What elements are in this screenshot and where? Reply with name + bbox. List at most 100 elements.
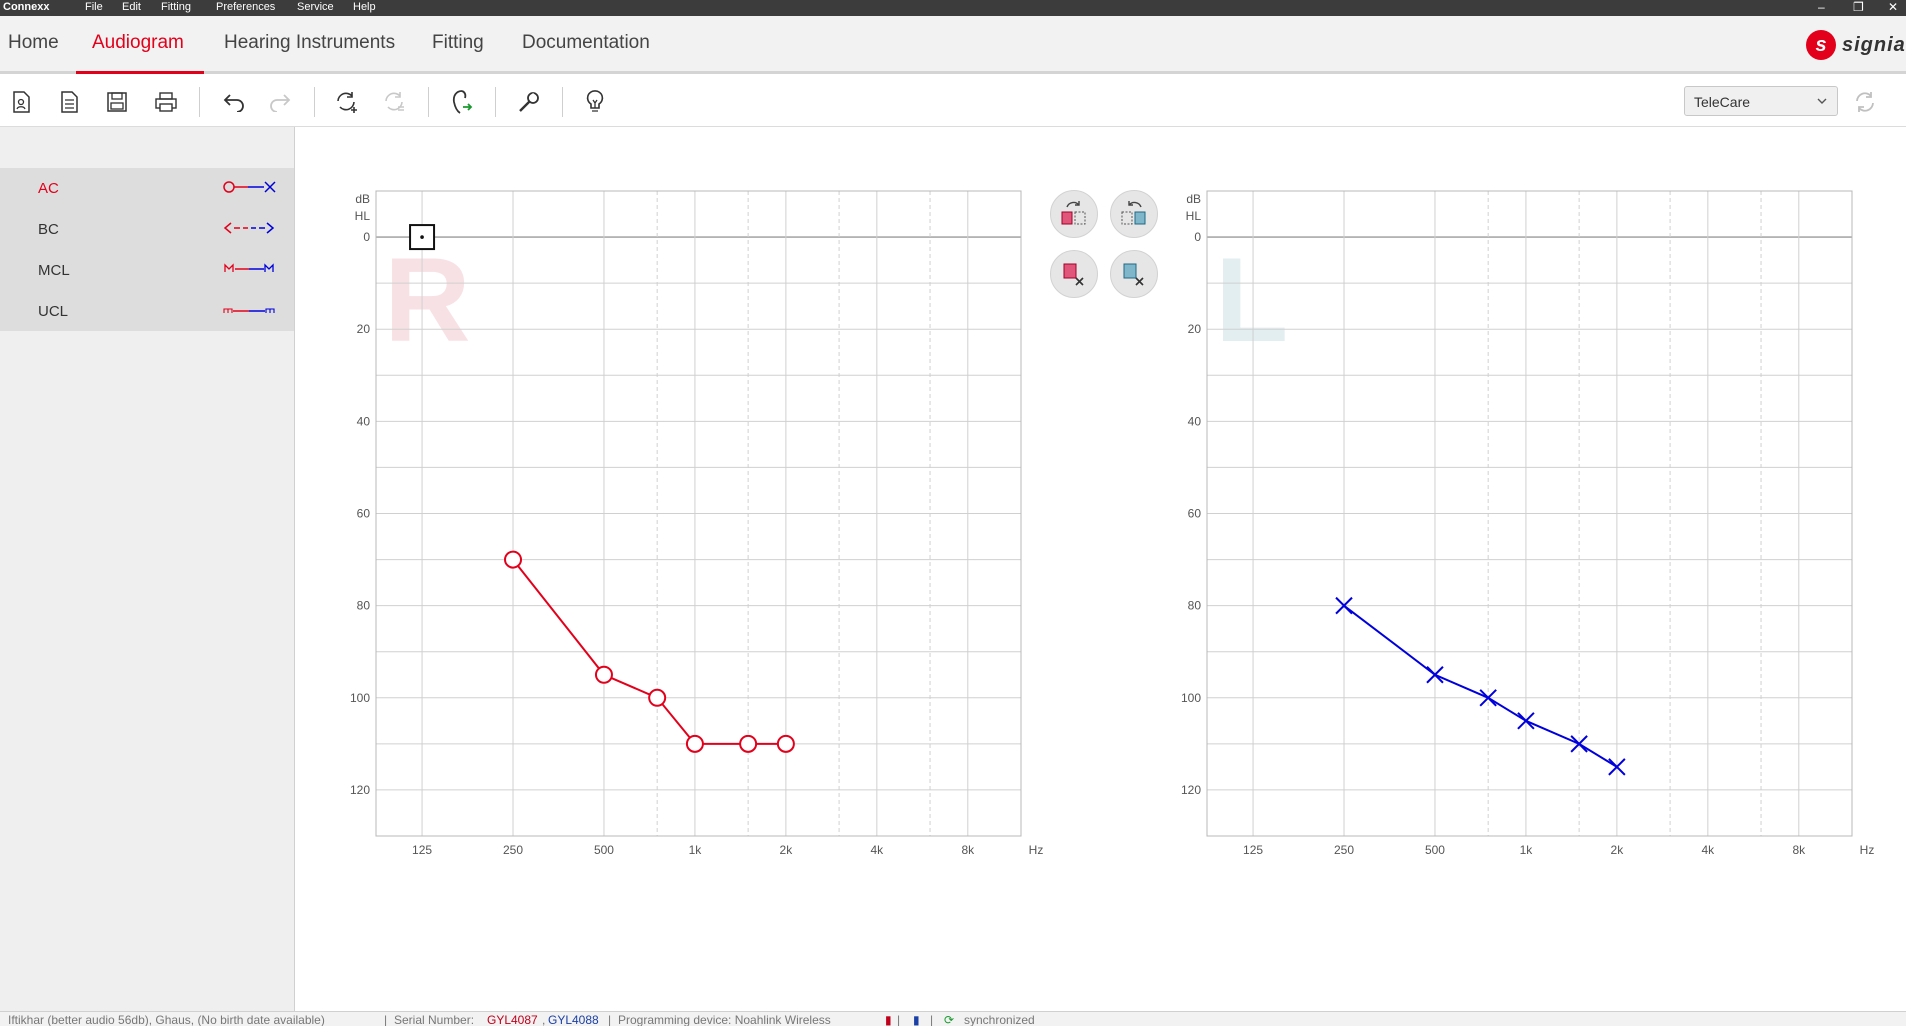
refresh-icon[interactable] bbox=[1850, 87, 1880, 117]
toolbar-separator bbox=[314, 87, 315, 117]
x-tick-label: 4k bbox=[870, 843, 884, 857]
serial-number-left: GYL4088 bbox=[548, 1013, 599, 1026]
lightbulb-icon[interactable] bbox=[580, 87, 610, 117]
toolbar-separator bbox=[428, 87, 429, 117]
ear-watermark-left: L bbox=[1215, 233, 1288, 367]
menu-help[interactable]: Help bbox=[353, 1, 376, 13]
x-tick-label: 500 bbox=[1425, 843, 1445, 857]
restore-icon[interactable]: ❐ bbox=[1853, 0, 1864, 14]
left-panel: AC BC MCL UCL bbox=[0, 127, 295, 1011]
y-tick-label: 40 bbox=[1188, 414, 1202, 428]
x-tick-label: 8k bbox=[961, 843, 975, 857]
audiogram-left: L0 20 40 60 80 100 120 dB HL 125 250 500 1k 2k 4k 8k Hz bbox=[1181, 190, 1875, 857]
measurement-item-ucl[interactable]: UCL bbox=[0, 291, 294, 331]
copy-left-to-right-button[interactable] bbox=[1110, 190, 1158, 238]
copy-right-to-left-button[interactable] bbox=[1050, 190, 1098, 238]
redo-icon[interactable] bbox=[266, 87, 296, 117]
toolbar: TeleCare bbox=[0, 77, 1906, 127]
menu-service[interactable]: Service bbox=[297, 1, 334, 13]
y-tick-label: 20 bbox=[1188, 322, 1202, 336]
audiogram-area: R 0 20 40 60 80 100 120 dB HL 125 250 500 1k 2k 4k 8k Hz L… bbox=[296, 128, 1906, 1011]
serial-number-right: GYL4087 bbox=[487, 1013, 538, 1026]
series-line-left bbox=[1343, 604, 1618, 768]
signal-right-icon: ▮ bbox=[885, 1013, 892, 1026]
tab-audiogram[interactable]: Audiogram bbox=[92, 32, 184, 54]
brand-logo: s signia bbox=[1806, 28, 1906, 62]
y-tick-label: 80 bbox=[357, 599, 371, 613]
y-tick-label: 80 bbox=[1188, 599, 1202, 613]
active-tab-indicator bbox=[76, 71, 204, 74]
ac-symbol-icon bbox=[222, 178, 276, 201]
data-point-right bbox=[504, 550, 523, 569]
title-bar: Connexx File Edit Fitting Preferences Se… bbox=[0, 0, 1906, 16]
tab-fitting[interactable]: Fitting bbox=[432, 32, 484, 54]
main-nav: Home Audiogram Hearing Instruments Fitti… bbox=[0, 16, 1906, 74]
bc-symbol-icon bbox=[222, 219, 276, 242]
connect-hearing-aid-icon[interactable] bbox=[446, 87, 476, 117]
toolbar-separator bbox=[199, 87, 200, 117]
close-icon[interactable]: ✕ bbox=[1888, 0, 1898, 14]
sync-add-icon[interactable] bbox=[332, 87, 362, 117]
clear-left-button[interactable] bbox=[1110, 250, 1158, 298]
status-bar: Iftikhar (better audio 56db), Ghaus, (No… bbox=[0, 1011, 1906, 1026]
status-separator: | bbox=[384, 1013, 388, 1026]
brand-name: signia bbox=[1842, 33, 1906, 56]
y-tick-label: 60 bbox=[357, 507, 371, 521]
save-icon[interactable] bbox=[102, 87, 132, 117]
x-tick-label: 250 bbox=[503, 843, 523, 857]
data-point-right bbox=[739, 734, 758, 753]
client-info: Iftikhar (better audio 56db), Ghaus, (No… bbox=[8, 1013, 325, 1026]
audiogram-right: R0 20 40 60 80 100 120 dB HL 125 250 500 1k 2k 4k 8k Hz bbox=[350, 190, 1043, 857]
clear-right-button[interactable] bbox=[1050, 250, 1098, 298]
y-unit-label: dB bbox=[1186, 192, 1201, 206]
minimize-icon[interactable]: – bbox=[1818, 0, 1825, 14]
data-point-right bbox=[594, 665, 613, 684]
measurement-item-ac[interactable]: AC bbox=[0, 168, 294, 208]
y-tick-label: 40 bbox=[357, 414, 371, 428]
ucl-symbol-icon bbox=[222, 301, 276, 324]
x-tick-label: 2k bbox=[1611, 843, 1625, 857]
menu-file[interactable]: File bbox=[85, 1, 103, 13]
x-tick-label: 4k bbox=[1701, 843, 1715, 857]
y-tick-label: 100 bbox=[350, 691, 370, 705]
status-separator: | bbox=[930, 1013, 934, 1026]
tab-home[interactable]: Home bbox=[8, 32, 59, 54]
measurement-item-mcl[interactable]: MCL bbox=[0, 250, 294, 290]
measurement-item-bc[interactable]: BC bbox=[0, 209, 294, 249]
measurement-cursor-dot bbox=[420, 235, 424, 239]
y-unit-label: HL bbox=[1186, 209, 1202, 223]
tab-hearing-instruments[interactable]: Hearing Instruments bbox=[224, 32, 395, 54]
sync-status: synchronized bbox=[964, 1013, 1035, 1026]
y-tick-label: 20 bbox=[357, 322, 371, 336]
app-name: Connexx bbox=[3, 1, 50, 13]
undo-icon[interactable] bbox=[218, 87, 248, 117]
y-tick-label: 120 bbox=[1181, 783, 1201, 797]
menu-fitting[interactable]: Fitting bbox=[161, 1, 191, 13]
signal-left-icon: ▮ bbox=[913, 1013, 920, 1026]
signia-logo-icon: s bbox=[1806, 30, 1836, 60]
chevron-down-icon bbox=[1816, 94, 1828, 110]
measurement-label: MCL bbox=[38, 262, 70, 279]
program-dropdown[interactable]: TeleCare bbox=[1684, 86, 1838, 116]
synchronized-icon: ⟳ bbox=[944, 1013, 955, 1026]
menu-preferences[interactable]: Preferences bbox=[216, 1, 275, 13]
y-tick-label: 100 bbox=[1181, 691, 1201, 705]
programming-device: Programming device: Noahlink Wireless bbox=[618, 1013, 831, 1026]
status-separator: , bbox=[542, 1013, 546, 1026]
menu-edit[interactable]: Edit bbox=[122, 1, 141, 13]
x-tick-label: 1k bbox=[689, 843, 703, 857]
x-tick-label: 125 bbox=[1243, 843, 1263, 857]
sync-icon[interactable] bbox=[380, 87, 410, 117]
toolbar-separator bbox=[495, 87, 496, 117]
tab-documentation[interactable]: Documentation bbox=[522, 32, 650, 54]
document-icon[interactable] bbox=[54, 87, 84, 117]
y-tick-label: 0 bbox=[363, 230, 370, 244]
wrench-icon[interactable] bbox=[514, 87, 544, 117]
new-client-icon[interactable] bbox=[6, 87, 36, 117]
audiogram-charts[interactable]: R0 20 40 60 80 100 120 dB HL 125 250 500 1k 2k 4k 8k Hz L… bbox=[296, 128, 1906, 1011]
ear-watermark-right: R bbox=[384, 233, 471, 367]
print-icon[interactable] bbox=[151, 87, 181, 117]
measurement-label: AC bbox=[38, 180, 59, 197]
x-tick-label: 1k bbox=[1520, 843, 1534, 857]
x-unit-label: Hz bbox=[1860, 843, 1875, 857]
